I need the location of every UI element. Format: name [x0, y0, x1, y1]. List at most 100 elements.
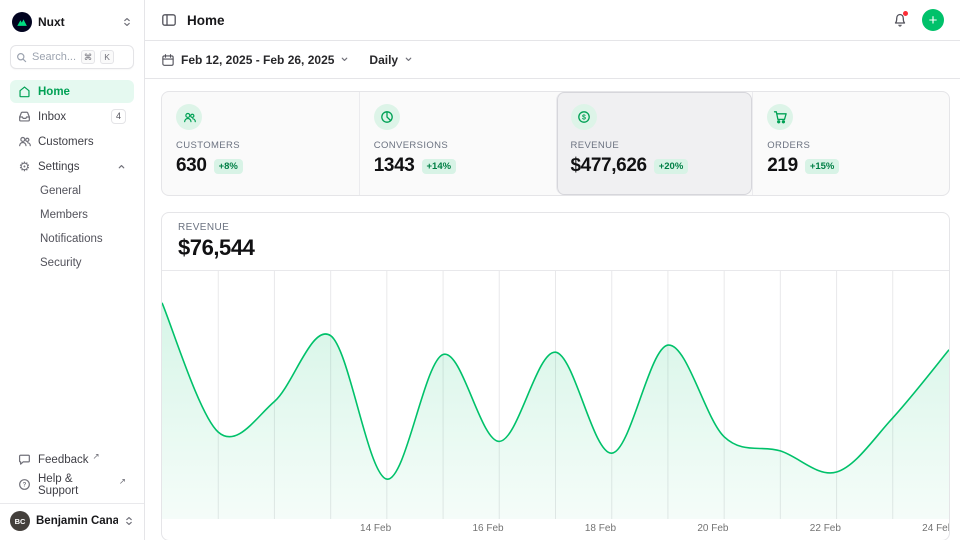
x-axis-label: 24 Feb	[922, 523, 950, 534]
sidebar-item-label: Security	[40, 257, 82, 269]
workspace-name: Nuxt	[38, 15, 116, 29]
sidebar-item-label: Inbox	[38, 111, 66, 123]
stat-card-orders[interactable]: ORDERS219+15%	[752, 92, 949, 195]
user-name: Benjamin Canac	[36, 515, 118, 527]
external-link-icon: ↗	[93, 451, 100, 462]
stat-delta-badge: +14%	[422, 159, 457, 174]
external-link-icon: ↗	[119, 476, 126, 487]
sidebar-item-label: Home	[38, 86, 70, 98]
help-circle-icon: ?	[18, 478, 31, 491]
chevron-down-icon	[404, 55, 413, 64]
stat-delta-badge: +8%	[214, 159, 243, 174]
stat-delta-badge: +20%	[654, 159, 689, 174]
plus-icon: +	[929, 13, 938, 28]
x-axis-label: 14 Feb	[360, 523, 391, 534]
inbox-count-badge: 4	[111, 109, 126, 124]
x-axis-label: 22 Feb	[810, 523, 841, 534]
home-icon	[18, 85, 31, 98]
dollar-circle-icon: $	[571, 104, 597, 130]
add-button[interactable]: +	[922, 9, 944, 31]
page-header: Home +	[145, 0, 960, 41]
page-title: Home	[187, 13, 225, 28]
avatar: BC	[10, 511, 30, 531]
stat-card-revenue[interactable]: $ REVENUE $477,626+20%	[556, 92, 753, 195]
chart-x-axis: 14 Feb 16 Feb 18 Feb 20 Feb 22 Feb 24 Feb	[162, 519, 949, 540]
sidebar-item-help-support[interactable]: ? Help & Support ↗	[10, 473, 134, 496]
stat-label: CUSTOMERS	[176, 140, 345, 151]
sidebar-item-inbox[interactable]: Inbox 4	[10, 105, 134, 128]
app-root: Nuxt Search... ⌘ K Home Inbox 4 Customers ⚙ S…	[0, 0, 960, 540]
sidebar-item-label: Help & Support	[38, 473, 115, 497]
calendar-icon	[161, 53, 175, 67]
x-axis-label: 16 Feb	[472, 523, 503, 534]
header-actions: +	[892, 9, 944, 31]
period-select[interactable]: Daily	[369, 53, 413, 67]
kbd-k: K	[100, 50, 114, 64]
stat-label: REVENUE	[571, 140, 739, 151]
stat-card-customers[interactable]: CUSTOMERS 630+8%	[162, 92, 359, 195]
period-label: Daily	[369, 53, 398, 67]
chevron-down-icon	[340, 55, 349, 64]
collapse-sidebar-icon[interactable]	[161, 12, 177, 28]
sidebar-item-label: Notifications	[40, 233, 103, 245]
sidebar-item-label: Settings	[38, 161, 80, 173]
stat-value: $477,626+20%	[571, 155, 739, 177]
notifications-button[interactable]	[892, 12, 908, 28]
chevron-up-icon	[117, 162, 126, 171]
inbox-icon	[18, 110, 31, 123]
kbd-cmd: ⌘	[81, 50, 95, 64]
filters-toolbar: Feb 12, 2025 - Feb 26, 2025 Daily	[145, 41, 960, 79]
sidebar-item-label: Customers	[38, 136, 94, 148]
notification-dot	[903, 11, 908, 16]
user-menu[interactable]: BC Benjamin Canac	[0, 503, 144, 536]
chevron-up-down-icon	[124, 516, 134, 526]
sidebar-item-customers[interactable]: Customers	[10, 130, 134, 153]
sidebar-item-general[interactable]: General	[10, 180, 134, 202]
pie-chart-icon	[374, 104, 400, 130]
chevron-up-down-icon	[122, 17, 132, 27]
nuxt-logo-icon	[12, 12, 32, 32]
users-icon	[176, 104, 202, 130]
sidebar-item-feedback[interactable]: Feedback ↗	[10, 448, 134, 471]
message-bubble-icon	[18, 453, 31, 466]
revenue-area-chart[interactable]	[162, 271, 949, 519]
stat-label: ORDERS	[767, 140, 935, 151]
date-range-label: Feb 12, 2025 - Feb 26, 2025	[181, 53, 334, 67]
cart-icon	[767, 104, 793, 130]
x-axis-label: 18 Feb	[585, 523, 616, 534]
search-input[interactable]: Search... ⌘ K	[10, 45, 134, 69]
stats-row: CUSTOMERS 630+8% CONVERSIONS 1343+14% $ REVEN…	[161, 91, 950, 196]
sidebar-spacer	[10, 274, 134, 437]
sidebar-item-label: Members	[40, 209, 88, 221]
search-placeholder: Search...	[32, 51, 76, 63]
main-area: Home + Feb 12, 2025 - Feb 26, 2025	[145, 0, 960, 540]
dashboard-content: CUSTOMERS 630+8% CONVERSIONS 1343+14% $ REVEN…	[145, 79, 960, 540]
stat-delta-badge: +15%	[805, 159, 840, 174]
chart-header: REVENUE $76,544	[162, 213, 949, 271]
sidebar-nav: Home Inbox 4 Customers ⚙ Settings General Membe…	[10, 80, 134, 274]
sidebar-footer-nav: Feedback ↗? Help & Support ↗	[10, 448, 134, 496]
gear-icon: ⚙	[18, 160, 31, 173]
stat-label: CONVERSIONS	[374, 140, 542, 151]
sidebar-item-label: General	[40, 185, 81, 197]
stat-card-conversions[interactable]: CONVERSIONS 1343+14%	[359, 92, 556, 195]
date-range-picker[interactable]: Feb 12, 2025 - Feb 26, 2025	[161, 53, 349, 67]
revenue-chart-card: REVENUE $76,544 14 Feb 16 Feb 18 Feb 20 Feb…	[161, 212, 950, 540]
svg-text:?: ?	[23, 483, 27, 489]
sidebar-item-settings[interactable]: ⚙ Settings	[10, 155, 134, 178]
workspace-switcher[interactable]: Nuxt	[10, 10, 134, 32]
sidebar-item-security[interactable]: Security	[10, 252, 134, 274]
chart-metric-label: REVENUE	[178, 222, 933, 233]
users-icon	[18, 135, 31, 148]
sidebar: Nuxt Search... ⌘ K Home Inbox 4 Customers ⚙ S…	[0, 0, 145, 540]
sidebar-item-label: Feedback	[38, 454, 89, 466]
stat-value: 1343+14%	[374, 155, 542, 177]
x-axis-label: 20 Feb	[697, 523, 728, 534]
sidebar-item-home[interactable]: Home	[10, 80, 134, 103]
svg-text:$: $	[582, 114, 586, 121]
chart-headline-value: $76,544	[178, 235, 933, 261]
sidebar-item-members[interactable]: Members	[10, 204, 134, 226]
stat-value: 630+8%	[176, 155, 345, 177]
search-icon	[16, 52, 27, 63]
sidebar-item-notifications[interactable]: Notifications	[10, 228, 134, 250]
